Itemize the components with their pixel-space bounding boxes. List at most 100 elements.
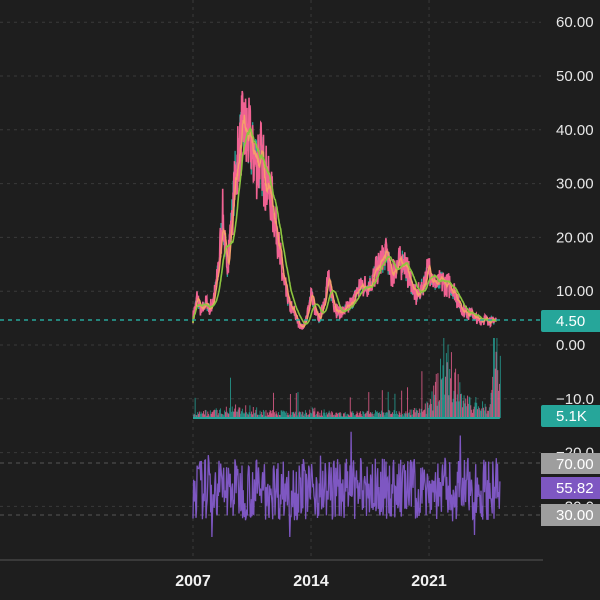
volume-bar [450, 352, 452, 418]
last-volume-badge: 5.1K [541, 405, 600, 427]
volume-bar [381, 390, 383, 418]
volume-bar [445, 376, 446, 418]
volume-bar [490, 392, 492, 418]
volume-bar [421, 371, 423, 418]
volume-bar [229, 407, 231, 418]
volume-bar [474, 402, 476, 418]
volume-bar [428, 407, 430, 418]
volume-bar [203, 411, 205, 418]
volume-bar [444, 394, 446, 418]
volume-bar [314, 407, 316, 418]
volume-bar [413, 407, 415, 418]
volume-bar [209, 410, 211, 418]
volume-bar [493, 338, 495, 418]
volume-bar [349, 397, 351, 418]
volume-bar [439, 358, 441, 418]
volume-bar [477, 406, 479, 418]
volume-bar [470, 405, 472, 418]
volume-bar [396, 411, 398, 418]
volume-bar [497, 370, 499, 418]
volume-bar [447, 344, 449, 418]
x-axis: 2007 2014 2021 [175, 573, 447, 590]
y-tick-label: 30.00 [556, 176, 594, 193]
volume-bar [429, 398, 431, 418]
volume-bar [442, 365, 444, 418]
rsi-panel [0, 431, 541, 538]
volume-bar [241, 408, 243, 418]
volume-bar [461, 393, 462, 418]
volume-bar [471, 409, 473, 418]
volume-bar [432, 410, 434, 418]
volume-bar [443, 338, 445, 418]
y-tick-label: 40.00 [556, 122, 594, 139]
volume-bar [269, 410, 271, 418]
volume-bar [245, 405, 247, 418]
last-price-badge: 4.50 [541, 310, 600, 332]
volume-bar [426, 401, 428, 418]
volume-bar [479, 409, 481, 418]
volume-bar [438, 401, 440, 418]
volume-bar [415, 408, 417, 418]
price-panel [192, 90, 498, 331]
volume-bar [499, 355, 501, 418]
volume-bar [480, 410, 482, 418]
volume-bar [312, 408, 314, 418]
volume-bar [375, 410, 376, 418]
volume-bar [219, 409, 221, 418]
rsi-upper-label: 70.00 [556, 456, 594, 473]
volume-bar [458, 401, 460, 418]
volume-bar [413, 410, 414, 418]
volume-panel [193, 338, 501, 419]
volume-bar [411, 409, 413, 418]
volume-bar [231, 406, 233, 418]
volume-bar [225, 406, 227, 418]
last-price-label: 4.50 [556, 313, 585, 330]
volume-bar [466, 406, 468, 418]
volume-bar [476, 402, 478, 418]
volume-bar [464, 403, 466, 418]
volume-bar [265, 410, 267, 418]
volume-bar [214, 409, 215, 418]
volume-bar [488, 407, 490, 418]
volume-bar [463, 395, 465, 418]
volume-bar [429, 404, 430, 418]
volume-bar [235, 404, 237, 418]
volume-bar [455, 368, 457, 418]
volume-bar [448, 395, 450, 418]
volume-bar [418, 408, 420, 418]
volume-bar [472, 409, 474, 418]
rsi-lower-badge: 30.00 [541, 504, 600, 526]
volume-bar [417, 410, 419, 418]
volume-bar [387, 391, 389, 418]
volume-bar [275, 411, 277, 418]
volume-bar [434, 381, 436, 418]
volume-bar [241, 411, 242, 418]
volume-bar [457, 374, 459, 418]
volume-bar [450, 378, 452, 418]
volume-bar [424, 403, 426, 418]
volume-bar [289, 394, 291, 418]
volume-bar [461, 407, 463, 418]
volume-bar [481, 408, 483, 418]
volume-bar [273, 392, 274, 418]
volume-bar [407, 387, 409, 418]
volume-bar [483, 410, 485, 418]
volume-bar [262, 409, 264, 418]
volume-bar [285, 411, 287, 418]
rsi-lower-label: 30.00 [556, 507, 594, 524]
rsi-upper-badge: 70.00 [541, 453, 600, 474]
volume-bar [259, 410, 261, 418]
volume-bar [323, 409, 325, 418]
y-tick-label: 60.00 [556, 14, 594, 31]
volume-bar [224, 410, 226, 418]
volume-bar [489, 404, 491, 418]
volume-bar [451, 402, 453, 418]
volume-bar [416, 410, 418, 418]
volume-bar [459, 382, 461, 418]
volume-bar [482, 401, 484, 418]
volume-bar [454, 372, 456, 418]
volume-bar [452, 398, 454, 418]
volume-bar [394, 393, 396, 418]
volume-bar [446, 362, 448, 418]
stock-chart[interactable]: 60.0050.0040.0030.0020.0010.000.00−10.0−… [0, 0, 600, 600]
